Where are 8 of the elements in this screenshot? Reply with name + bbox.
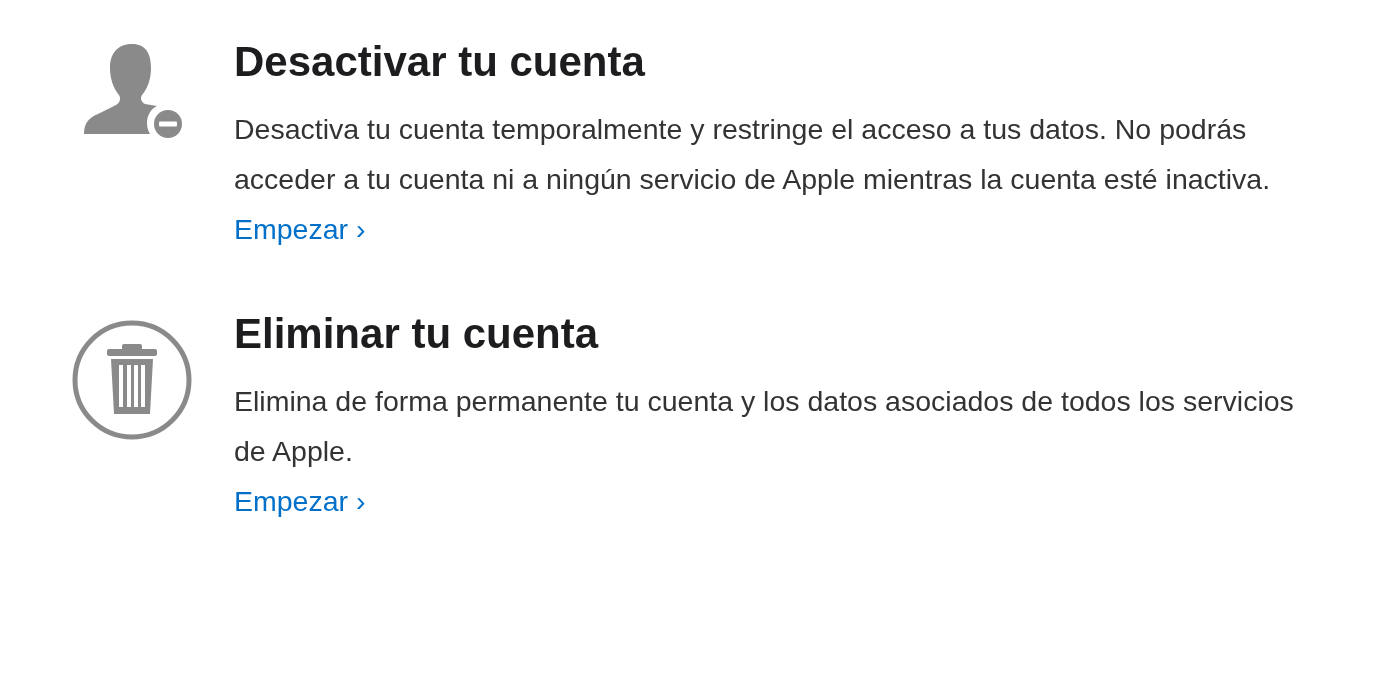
section-description: Desactiva tu cuenta temporalmente y restringe el acceso a tus datos. No podrás acceder a tu cuenta ni a ningún servicio de Apple mientras la cuenta esté inactiva. [234,112,1272,197]
trash-icon [72,320,192,440]
start-link[interactable]: Empezar › [234,476,366,526]
section-title: Desactivar tu cuenta [234,37,646,87]
section-title: Eliminar tu cuenta [234,309,600,359]
person-minus-icon [84,44,184,138]
start-link[interactable]: Empezar › [234,204,366,254]
section-description: Elimina de forma permanente tu cuenta y los datos asociados de todos los servicios de Apple. [234,384,1295,469]
